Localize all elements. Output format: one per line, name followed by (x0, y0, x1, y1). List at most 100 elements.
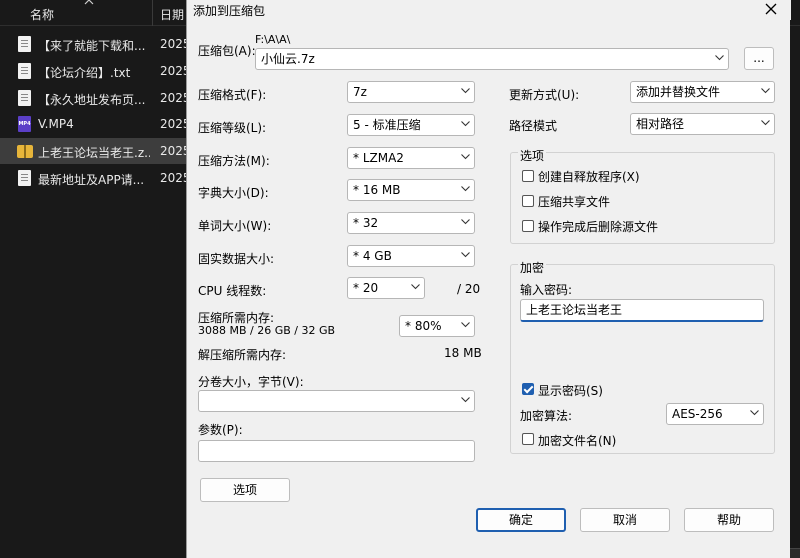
format-select[interactable]: 7z (347, 81, 475, 103)
close-button[interactable] (761, 0, 781, 19)
dialog-titlebar[interactable]: 添加到压缩包 (187, 0, 791, 20)
file-name: V.MP4 (38, 117, 74, 131)
dialog-title: 添加到压缩包 (193, 4, 266, 18)
options-group: 选项 创建自释放程序(X) 压缩共享文件 操作完成后删除源文件 (510, 147, 775, 244)
column-date[interactable]: 日期 (160, 6, 184, 23)
dictionary-select[interactable]: * 16 MB (347, 179, 475, 201)
volume-size-label: 分卷大小，字节(V): (198, 375, 304, 389)
memory-usage-select[interactable]: * 80% (399, 315, 475, 337)
delete-source-label[interactable]: 操作完成后删除源文件 (538, 218, 658, 235)
chevron-down-icon (461, 186, 470, 194)
chevron-down-icon (411, 284, 420, 292)
cancel-button[interactable]: 取消 (580, 508, 670, 532)
level-select[interactable]: 5 - 标准压缩 (347, 114, 475, 136)
method-label: 压缩方法(M): (198, 154, 270, 168)
dictionary-value: * 16 MB (353, 183, 401, 197)
column-name[interactable]: 名称 (30, 6, 54, 23)
add-to-archive-dialog: 添加到压缩包 压缩包(A): F:\A\A\ 小仙云.7z ... 压缩格式(F… (186, 0, 791, 558)
level-label: 压缩等级(L): (198, 121, 267, 135)
threads-select[interactable]: * 20 (347, 277, 425, 299)
sfx-checkbox[interactable] (522, 170, 534, 182)
parameters-label: 参数(P): (198, 423, 243, 437)
document-icon (18, 36, 31, 52)
encryption-method-label: 加密算法: (520, 409, 573, 423)
password-input[interactable]: 上老王论坛当老王 (520, 299, 764, 322)
dictionary-label: 字典大小(D): (198, 186, 269, 200)
close-icon (765, 3, 777, 15)
chevron-down-icon (461, 322, 470, 330)
options-group-title: 选项 (518, 147, 547, 164)
threads-total: / 20 (457, 282, 481, 296)
encryption-group: 加密 输入密码: 上老王论坛当老王 显示密码(S) 加密算法: AES-256 … (510, 259, 775, 454)
file-name: 最新地址及APP请... (38, 173, 145, 187)
chevron-down-icon (461, 219, 470, 227)
chevron-down-icon (461, 252, 470, 260)
solid-size-label: 固实数据大小: (198, 252, 275, 266)
decompress-memory-value: 18 MB (444, 346, 482, 360)
file-row[interactable]: 【来了就能下载和... 2025 (0, 31, 191, 57)
file-row-selected[interactable]: 上老王论坛当老王.z... 2025 (0, 138, 191, 164)
memory-usage-value: * 80% (405, 319, 442, 333)
shared-files-label[interactable]: 压缩共享文件 (538, 193, 610, 210)
path-mode-select[interactable]: 相对路径 (630, 113, 775, 135)
encryption-method-select[interactable]: AES-256 (666, 403, 764, 425)
file-name: 【永久地址发布页... (38, 93, 146, 107)
encryption-group-title: 加密 (518, 259, 547, 276)
chevron-down-icon (761, 120, 770, 128)
solid-size-value: * 4 GB (353, 249, 392, 263)
show-password-checkbox[interactable] (522, 383, 534, 395)
document-icon (18, 170, 31, 186)
shared-files-checkbox[interactable] (522, 195, 534, 207)
level-value: 5 - 标准压缩 (353, 118, 421, 132)
document-icon (18, 63, 31, 79)
file-row[interactable]: 最新地址及APP请... 2025 (0, 165, 191, 191)
delete-source-checkbox[interactable] (522, 220, 534, 232)
method-select[interactable]: * LZMA2 (347, 147, 475, 169)
update-mode-select[interactable]: 添加并替换文件 (630, 81, 775, 103)
format-value: 7z (353, 85, 367, 99)
column-separator[interactable] (152, 0, 153, 26)
threads-label: CPU 线程数: (198, 284, 267, 298)
zip-folder-icon (17, 145, 33, 158)
word-size-select[interactable]: * 32 (347, 212, 475, 234)
method-value: * LZMA2 (353, 151, 404, 165)
compress-memory-detail: 3088 MB / 26 GB / 32 GB (198, 324, 336, 337)
archive-name-value: 小仙云.7z (261, 52, 315, 66)
encrypt-filenames-checkbox[interactable] (522, 433, 534, 445)
file-row[interactable]: MP4 V.MP4 2025 (0, 111, 191, 137)
threads-value: * 20 (353, 281, 379, 295)
chevron-down-icon (750, 410, 759, 418)
path-mode-label: 路径模式 (509, 119, 558, 133)
file-name: 上老王论坛当老王.z... (38, 146, 150, 160)
format-label: 压缩格式(F): (198, 88, 267, 102)
encrypt-filenames-label[interactable]: 加密文件名(N) (538, 432, 616, 449)
show-password-label[interactable]: 显示密码(S) (538, 382, 603, 399)
video-icon: MP4 (18, 116, 31, 132)
parameters-input[interactable] (198, 440, 475, 462)
ok-button[interactable]: 确定 (476, 508, 566, 532)
archive-path: F:\A\A\ (255, 33, 291, 46)
chevron-down-icon (461, 121, 470, 129)
chevron-down-icon (761, 88, 770, 96)
word-size-value: * 32 (353, 216, 379, 230)
help-button[interactable]: 帮助 (684, 508, 774, 532)
document-icon (18, 90, 31, 106)
file-name: 【来了就能下载和... (38, 39, 146, 53)
solid-size-select[interactable]: * 4 GB (347, 245, 475, 267)
chevron-down-icon (461, 154, 470, 162)
update-mode-value: 添加并替换文件 (636, 85, 721, 99)
decompress-memory-label: 解压缩所需内存: (198, 348, 287, 362)
sfx-label[interactable]: 创建自释放程序(X) (538, 168, 640, 185)
volume-size-combo[interactable] (198, 390, 475, 412)
archive-name-combo[interactable]: 小仙云.7z (255, 48, 729, 70)
password-label: 输入密码: (520, 283, 573, 297)
chevron-down-icon (461, 397, 470, 405)
path-mode-value: 相对路径 (636, 117, 685, 131)
file-row[interactable]: 【永久地址发布页... 2025 (0, 85, 191, 111)
chevron-down-icon[interactable] (715, 55, 724, 63)
options-button[interactable]: 选项 (200, 478, 290, 502)
word-size-label: 单词大小(W): (198, 219, 272, 233)
encryption-method-value: AES-256 (672, 407, 723, 421)
browse-button[interactable]: ... (744, 47, 774, 70)
file-row[interactable]: 【论坛介绍】.txt 2025 (0, 58, 191, 84)
